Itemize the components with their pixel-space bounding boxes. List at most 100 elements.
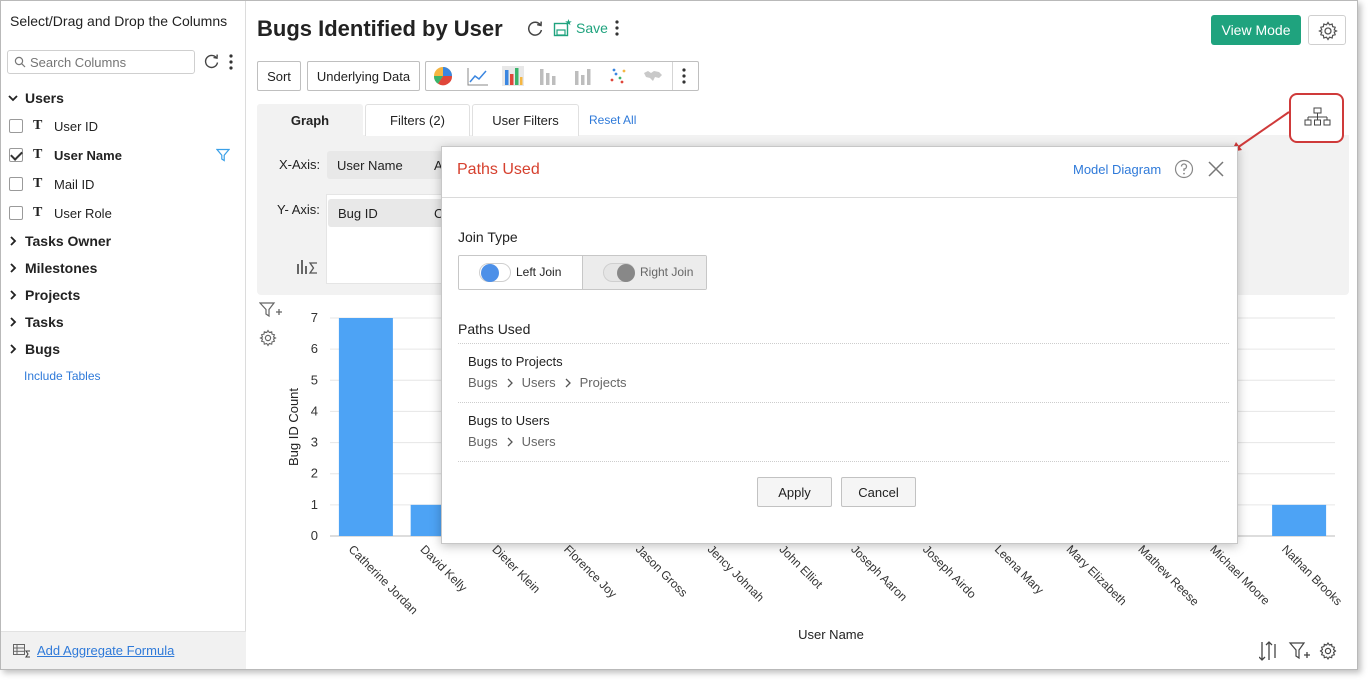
path-step: Bugs <box>468 375 498 390</box>
x-tick-label: Mary Elizabeth <box>1064 542 1130 608</box>
column-item-mail-id[interactable]: T Mail ID <box>9 174 94 194</box>
column-label: Mail ID <box>54 176 95 192</box>
x-axis-column[interactable]: User Name A <box>327 151 443 179</box>
include-tables-link[interactable]: Include Tables <box>24 369 101 383</box>
x-tick-label: David Kelly <box>418 542 470 594</box>
text-type-icon: T <box>33 118 43 133</box>
bar[interactable] <box>338 318 393 536</box>
y-tick-label: 3 <box>311 435 318 450</box>
search-box[interactable] <box>7 50 195 74</box>
search-input[interactable] <box>30 53 190 71</box>
reset-all-link[interactable]: Reset All <box>589 113 636 127</box>
sidebar-title: Select/Drag and Drop the Columns <box>10 13 228 29</box>
model-diagram-button[interactable] <box>1289 93 1344 143</box>
checkbox-checked[interactable] <box>9 148 23 162</box>
settings-button[interactable] <box>1308 15 1346 45</box>
path-step: Users <box>521 434 556 449</box>
scatter-chart-icon[interactable] <box>607 66 629 86</box>
x-axis-label: X-Axis: <box>279 157 321 172</box>
view-mode-button[interactable]: View Mode <box>1211 15 1301 45</box>
aggregate-sigma-icon[interactable] <box>296 257 318 275</box>
join-type-toggle-group: Left Join Right Join <box>458 255 707 290</box>
path-title: Bugs to Projects <box>468 354 563 369</box>
tree-group-tasks[interactable]: Tasks <box>7 312 64 332</box>
x-tick-label: Mathew Reese <box>1135 542 1202 609</box>
left-join-toggle[interactable] <box>479 263 511 282</box>
pie-chart-icon[interactable] <box>432 66 454 86</box>
tree-group-label: Projects <box>25 287 81 303</box>
checkbox[interactable] <box>9 119 23 133</box>
chevron-right-icon <box>10 236 17 246</box>
x-tick-label: Joseph Airdo <box>920 542 979 601</box>
sort-toggle-icon[interactable] <box>1259 641 1276 661</box>
path-step: Users <box>521 375 556 390</box>
column-item-user-role[interactable]: T User Role <box>9 203 112 223</box>
tree-group-label: Bugs <box>25 341 60 357</box>
y-tick-label: 1 <box>311 497 318 512</box>
bar-chart-icon[interactable] <box>502 66 524 86</box>
text-type-icon: T <box>33 147 43 162</box>
x-tick-label: Jason Gross <box>633 542 691 600</box>
line-chart-icon[interactable] <box>467 66 489 86</box>
path-title: Bugs to Users <box>468 413 550 428</box>
help-icon[interactable] <box>1174 159 1194 179</box>
refresh-icon[interactable] <box>526 20 544 38</box>
x-tick-label: Joseph Aaron <box>848 542 910 604</box>
app-window: Select/Drag and Drop the Columns Users T… <box>0 0 1358 670</box>
divider <box>458 343 1229 344</box>
tab-filters[interactable]: Filters (2) <box>365 104 470 136</box>
tree-group-projects[interactable]: Projects <box>7 285 80 305</box>
y-tick-label: 5 <box>311 372 318 387</box>
close-icon[interactable] <box>1207 160 1225 178</box>
tab-user-filters[interactable]: User Filters <box>472 104 579 136</box>
model-diagram-link[interactable]: Model Diagram <box>1073 162 1161 177</box>
sort-button[interactable]: Sort <box>257 61 301 91</box>
right-join-toggle[interactable] <box>603 263 635 282</box>
report-title: Bugs Identified by User <box>257 16 503 41</box>
save-button[interactable]: Save <box>553 16 608 40</box>
column-item-user-name[interactable]: T User Name <box>9 145 122 165</box>
column-item-user-id[interactable]: T User ID <box>9 116 98 136</box>
chevron-down-icon <box>8 95 18 102</box>
apply-button[interactable]: Apply <box>757 477 832 507</box>
add-filter-icon[interactable] <box>1288 642 1310 660</box>
map-chart-icon[interactable] <box>642 66 664 86</box>
hierarchy-icon <box>1304 107 1331 126</box>
dialog-title: Paths Used <box>457 161 540 178</box>
tree-group-tasks-owner[interactable]: Tasks Owner <box>7 231 111 251</box>
add-aggregate-formula-link[interactable]: Add Aggregate Formula <box>37 643 174 658</box>
tree-group-bugs[interactable]: Bugs <box>7 339 60 359</box>
tab-graph[interactable]: Graph <box>257 104 363 136</box>
chevron-right-icon <box>565 378 571 387</box>
y-axis-column[interactable]: Bug ID C <box>328 199 444 227</box>
more-options-icon[interactable] <box>677 66 691 86</box>
y-axis-value: Bug ID <box>338 205 378 221</box>
chevron-right-icon <box>10 263 17 273</box>
column-label: User ID <box>54 118 99 134</box>
x-tick-label: Florence Joy <box>561 542 619 600</box>
chevron-right-icon <box>10 290 17 300</box>
checkbox[interactable] <box>9 206 23 220</box>
right-join-option[interactable]: Right Join <box>583 256 706 289</box>
combo-bar-icon[interactable] <box>572 66 594 86</box>
more-options-icon[interactable] <box>613 19 621 37</box>
bar[interactable] <box>1272 504 1327 536</box>
chart-footer-tools <box>1259 641 1337 661</box>
y-tick-label: 7 <box>311 310 318 325</box>
cancel-button[interactable]: Cancel <box>841 477 916 507</box>
tree-group-milestones[interactable]: Milestones <box>7 258 97 278</box>
gear-icon[interactable] <box>1319 641 1337 661</box>
chevron-right-icon <box>10 317 17 327</box>
tree-group-users[interactable]: Users <box>7 88 64 108</box>
filter-icon[interactable] <box>216 148 230 162</box>
underlying-data-button[interactable]: Underlying Data <box>307 61 420 91</box>
divider <box>458 402 1229 403</box>
path-step: Bugs <box>468 434 498 449</box>
refresh-icon[interactable] <box>203 53 220 70</box>
left-join-option[interactable]: Left Join <box>459 256 583 289</box>
chevron-right-icon <box>10 344 17 354</box>
x-tick-label: Catherine Jordan <box>346 542 421 617</box>
checkbox[interactable] <box>9 177 23 191</box>
stacked-bar-icon[interactable] <box>537 66 559 86</box>
more-options-icon[interactable] <box>227 53 235 71</box>
